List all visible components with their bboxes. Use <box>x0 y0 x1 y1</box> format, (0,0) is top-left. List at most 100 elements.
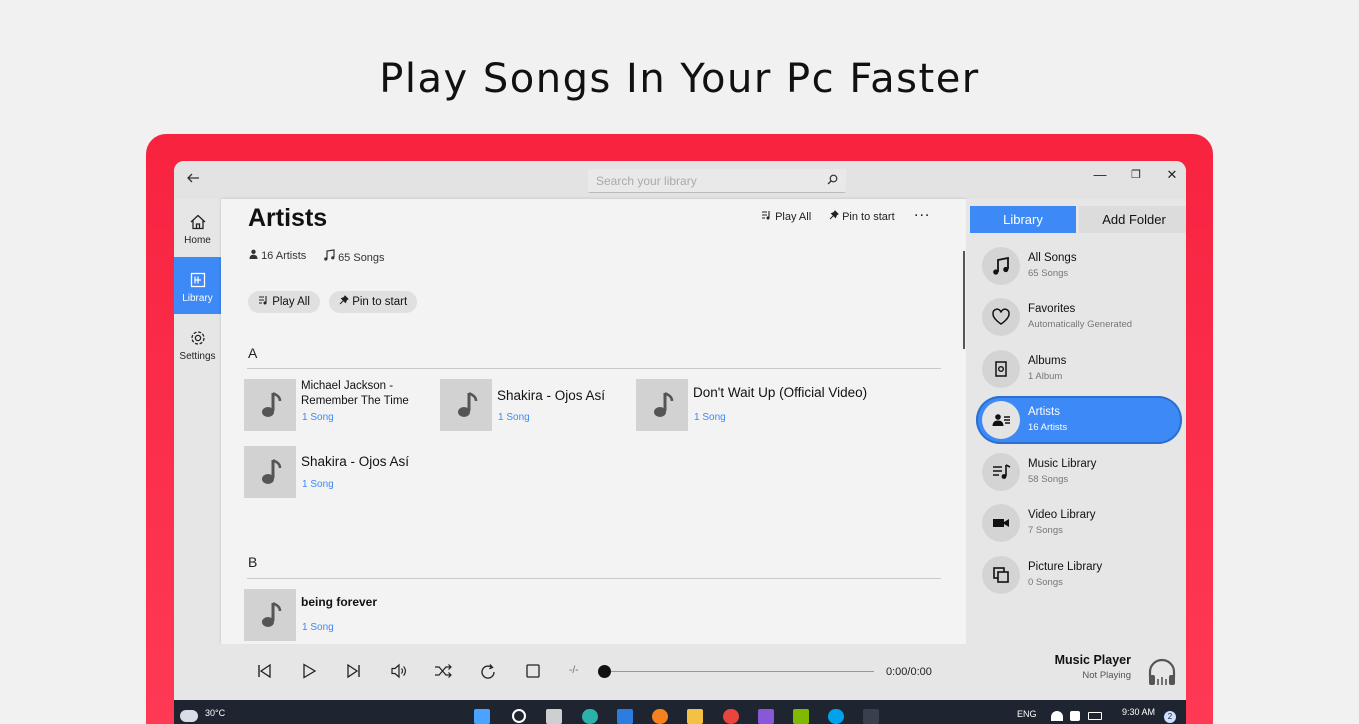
app-icon[interactable] <box>863 709 879 724</box>
battery-icon[interactable] <box>1088 712 1102 720</box>
library-item-video-library[interactable]: Video Library 7 Songs <box>976 499 1182 547</box>
artist-tile[interactable]: being forever 1 Song <box>244 589 434 641</box>
taskbar: 30°C ENG 9:30 AM 2 <box>174 700 1186 724</box>
start-icon[interactable] <box>474 709 490 724</box>
library-item-all-songs[interactable]: All Songs 65 Songs <box>976 242 1182 290</box>
weather-cloud-icon[interactable] <box>180 710 198 722</box>
play-all-label: Play All <box>775 211 812 223</box>
search-icon[interactable] <box>827 174 838 188</box>
music-note-icon <box>262 458 282 484</box>
section-divider <box>247 578 941 579</box>
library-icon <box>189 271 207 289</box>
play-all-pill-button[interactable]: Play All <box>248 291 320 313</box>
back-arrow-icon[interactable] <box>186 171 202 187</box>
headphones-icon <box>1146 657 1178 692</box>
music-note-icon <box>323 249 338 264</box>
seek-bar[interactable] <box>604 671 874 672</box>
edge-icon[interactable] <box>582 709 598 724</box>
playlist-icon <box>761 211 775 223</box>
store-icon[interactable] <box>793 709 809 724</box>
minimize-button[interactable]: — <box>1090 167 1110 182</box>
artist-tile[interactable]: Don't Wait Up (Official Video) 1 Song <box>636 379 936 431</box>
library-item-artists[interactable]: Artists 16 Artists <box>976 396 1182 444</box>
nav-item-settings[interactable]: Settings <box>174 315 221 372</box>
mail-icon[interactable] <box>617 709 633 724</box>
play-all-button[interactable]: Play All <box>761 210 811 223</box>
artist-thumbnail <box>244 446 296 498</box>
artist-tile[interactable]: Shakira - Ojos Así 1 Song <box>440 379 630 431</box>
more-options-button[interactable]: ... <box>914 203 930 221</box>
library-item-title: Picture Library <box>1028 561 1103 573</box>
library-item-favorites[interactable]: Favorites Automatically Generated <box>976 293 1182 341</box>
pin-to-start-pill-button[interactable]: Pin to start <box>329 291 418 313</box>
library-button[interactable]: Library <box>970 206 1076 233</box>
nav-item-library[interactable]: Library <box>174 257 221 314</box>
volume-icon[interactable] <box>390 663 408 681</box>
song-count-stat: 65 Songs <box>323 249 385 264</box>
pin-icon <box>339 295 352 308</box>
notification-badge[interactable]: 2 <box>1164 711 1176 723</box>
artist-tile[interactable]: Shakira - Ojos Así 1 Song <box>244 446 434 498</box>
section-header-a: A <box>248 345 258 361</box>
seek-handle[interactable] <box>598 665 611 678</box>
artist-thumbnail <box>636 379 688 431</box>
task-view-icon[interactable] <box>546 709 562 724</box>
library-item-music-library[interactable]: Music Library 58 Songs <box>976 448 1182 496</box>
add-folder-button[interactable]: Add Folder <box>1079 206 1186 233</box>
skip-next-icon[interactable] <box>346 663 364 681</box>
chrome-icon[interactable] <box>723 709 739 724</box>
person-icon <box>249 249 261 262</box>
player-title: Music Player <box>1054 653 1131 667</box>
library-item-title: Favorites <box>1028 303 1076 315</box>
library-item-subtitle: 16 Artists <box>1028 422 1068 433</box>
pin-icon <box>829 210 842 223</box>
artist-name: Don't Wait Up (Official Video) <box>693 385 868 400</box>
library-item-albums[interactable]: Albums 1 Album <box>976 345 1182 393</box>
search-icon[interactable] <box>512 709 526 723</box>
artist-count-text: 16 Artists <box>261 250 307 262</box>
shuffle-icon[interactable] <box>434 663 452 681</box>
weather-temperature: 30°C <box>205 708 226 718</box>
file-explorer-icon[interactable] <box>687 709 703 724</box>
library-item-picture-library[interactable]: Picture Library 0 Songs <box>976 551 1182 599</box>
artist-song-count: 1 Song <box>302 479 334 490</box>
picture-icon <box>982 556 1020 594</box>
visual-studio-icon[interactable] <box>758 709 774 724</box>
album-icon <box>982 350 1020 388</box>
playback-speed[interactable]: -/- <box>569 665 578 676</box>
scrollbar[interactable] <box>963 251 965 349</box>
section-header-b: B <box>248 554 258 570</box>
library-panel: Library Add Folder All Songs 65 Songs Fa… <box>963 199 1186 644</box>
pin-to-start-pill-label: Pin to start <box>352 296 408 308</box>
main-content: Artists Play All Pin to start ... 16 Art… <box>221 199 966 644</box>
artist-name: Michael Jackson - Remember The Time <box>301 380 409 407</box>
clock-time[interactable]: 9:30 AM <box>1122 707 1155 717</box>
music-note-icon <box>654 391 674 417</box>
play-icon[interactable] <box>301 663 319 681</box>
nav-item-home[interactable]: Home <box>174 199 221 256</box>
search-input[interactable]: Search your library <box>588 169 846 193</box>
headline: Play Songs In Your Pc Faster <box>379 56 980 102</box>
heart-icon <box>982 298 1020 336</box>
artist-song-count: 1 Song <box>694 412 726 423</box>
skip-previous-icon[interactable] <box>256 663 274 681</box>
library-item-subtitle: 1 Album <box>1028 371 1063 382</box>
skype-icon[interactable] <box>828 709 844 724</box>
wifi-icon[interactable] <box>1051 711 1063 721</box>
player-status: Not Playing <box>1082 670 1131 681</box>
maximize-button[interactable]: ❐ <box>1126 168 1146 181</box>
close-button[interactable]: ✕ <box>1162 167 1182 183</box>
volume-icon[interactable] <box>1070 711 1080 721</box>
pin-to-start-button[interactable]: Pin to start <box>829 210 895 223</box>
firefox-icon[interactable] <box>652 709 668 724</box>
song-count-text: 65 Songs <box>338 252 385 264</box>
library-item-title: All Songs <box>1028 252 1077 264</box>
artist-icon <box>982 401 1020 439</box>
language-indicator[interactable]: ENG <box>1017 709 1037 719</box>
artist-name: Shakira - Ojos Así <box>301 454 410 469</box>
pin-to-start-label: Pin to start <box>842 211 895 223</box>
repeat-icon[interactable] <box>479 663 497 681</box>
stop-icon[interactable] <box>525 663 543 681</box>
artist-tile[interactable]: Michael Jackson - Remember The Time 1 So… <box>244 379 434 431</box>
music-note-icon <box>262 391 282 417</box>
